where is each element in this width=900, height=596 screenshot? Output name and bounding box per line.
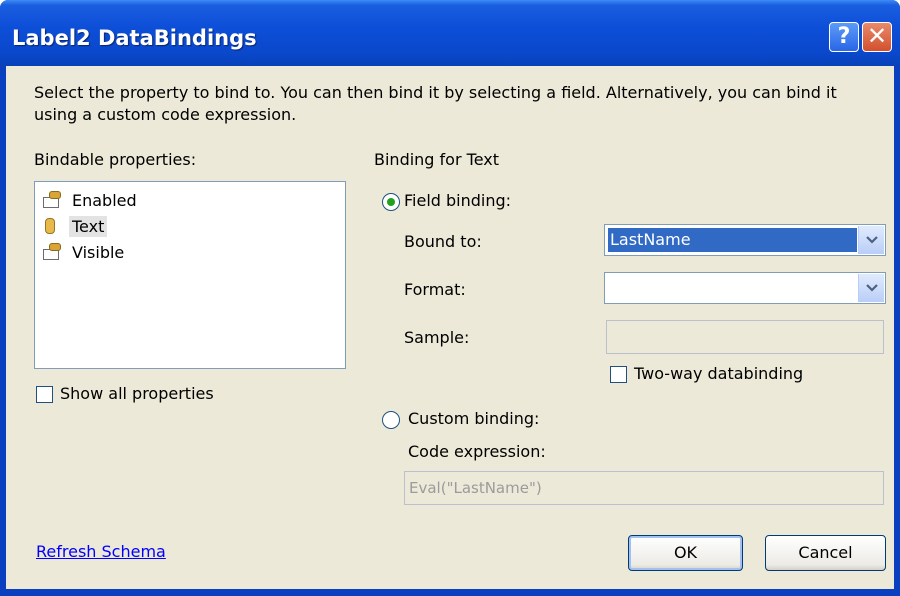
sample-label: Sample:	[404, 328, 470, 347]
chevron-down-icon	[866, 284, 878, 292]
refresh-schema-link[interactable]: Refresh Schema	[36, 542, 166, 561]
bound-to-dropdown[interactable]: LastName	[604, 224, 886, 256]
two-way-databinding-checkbox[interactable]	[610, 366, 627, 383]
window-title: Label2 DataBindings	[12, 26, 257, 50]
dropdown-button[interactable]	[858, 226, 884, 254]
custom-binding-label[interactable]: Custom binding:	[408, 409, 539, 428]
format-label: Format:	[404, 280, 466, 299]
show-all-properties-checkbox[interactable]	[36, 386, 53, 403]
radio-selected-dot	[387, 198, 395, 206]
ok-button[interactable]: OK	[628, 535, 743, 571]
list-item-enabled[interactable]: Enabled	[41, 188, 140, 212]
property-icon	[41, 243, 63, 261]
two-way-databinding-label[interactable]: Two-way databinding	[634, 364, 803, 383]
title-bar[interactable]: Label2 DataBindings ? ✕	[0, 0, 900, 66]
instructions-text: Select the property to bind to. You can …	[34, 83, 837, 124]
sample-textbox	[606, 320, 884, 354]
field-binding-label[interactable]: Field binding:	[404, 191, 511, 210]
code-expression-label: Code expression:	[408, 442, 546, 461]
dropdown-button[interactable]	[858, 274, 884, 302]
property-icon	[41, 191, 63, 209]
list-item-text[interactable]: Text	[41, 214, 108, 238]
code-expression-textbox: Eval("LastName")	[404, 471, 884, 505]
cancel-button[interactable]: Cancel	[765, 535, 886, 571]
close-button[interactable]: ✕	[862, 22, 892, 52]
field-binding-radio[interactable]	[382, 193, 400, 211]
help-icon: ?	[837, 24, 851, 49]
show-all-properties-label[interactable]: Show all properties	[60, 384, 214, 403]
bindable-properties-label: Bindable properties:	[34, 150, 197, 169]
chevron-down-icon	[866, 236, 878, 244]
format-value	[608, 276, 857, 300]
custom-binding-radio[interactable]	[382, 411, 400, 429]
binding-section-header: Binding for Text	[374, 150, 499, 169]
list-item-visible[interactable]: Visible	[41, 240, 127, 264]
help-button[interactable]: ?	[829, 22, 859, 52]
bound-to-label: Bound to:	[404, 232, 482, 251]
database-icon	[41, 217, 63, 235]
dialog-body: Select the property to bind to. You can …	[6, 66, 894, 589]
close-icon: ✕	[866, 22, 888, 50]
bound-to-value: LastName	[608, 228, 857, 252]
bindable-properties-list[interactable]: Enabled Text Visible	[34, 181, 346, 369]
dialog-window: Label2 DataBindings ? ✕ Select the prope…	[0, 0, 900, 596]
format-dropdown[interactable]	[604, 272, 886, 304]
